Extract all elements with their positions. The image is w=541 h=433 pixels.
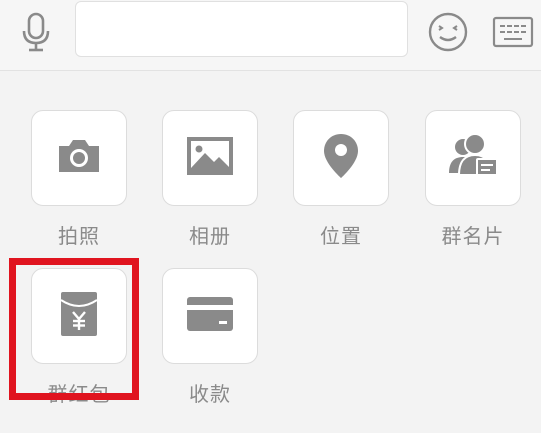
location-button[interactable]	[293, 110, 389, 206]
panel-item-label: 群名片	[441, 224, 505, 248]
group-card-icon	[447, 133, 499, 183]
smiley-face-icon[interactable]	[424, 8, 472, 56]
microphone-icon[interactable]	[14, 8, 58, 56]
panel-item-payment[interactable]: 收款	[162, 268, 258, 407]
message-input[interactable]	[75, 1, 408, 57]
panel-item-label: 群红包	[47, 382, 111, 406]
panel-item-album[interactable]: 相册	[162, 110, 258, 249]
chat-input-bar	[0, 0, 541, 71]
camera-button[interactable]	[31, 110, 127, 206]
camera-icon	[55, 136, 103, 180]
payment-button[interactable]	[162, 268, 258, 364]
location-pin-icon	[321, 132, 361, 184]
payment-card-icon	[185, 295, 235, 337]
panel-item-label: 相册	[189, 224, 231, 248]
group-card-button[interactable]	[425, 110, 521, 206]
panel-item-group-card[interactable]: 群名片	[425, 110, 521, 249]
panel-item-label: 位置	[320, 224, 362, 248]
red-envelope-icon	[59, 290, 99, 342]
album-button[interactable]	[162, 110, 258, 206]
photo-album-icon	[185, 135, 235, 181]
panel-item-camera[interactable]: 拍照	[31, 110, 127, 249]
panel-item-label: 收款	[189, 382, 231, 406]
red-envelope-button[interactable]	[31, 268, 127, 364]
panel-item-location[interactable]: 位置	[293, 110, 389, 249]
panel-item-red-envelope[interactable]: 群红包	[31, 268, 127, 407]
panel-item-label: 拍照	[58, 224, 100, 248]
keyboard-icon[interactable]	[490, 10, 536, 54]
